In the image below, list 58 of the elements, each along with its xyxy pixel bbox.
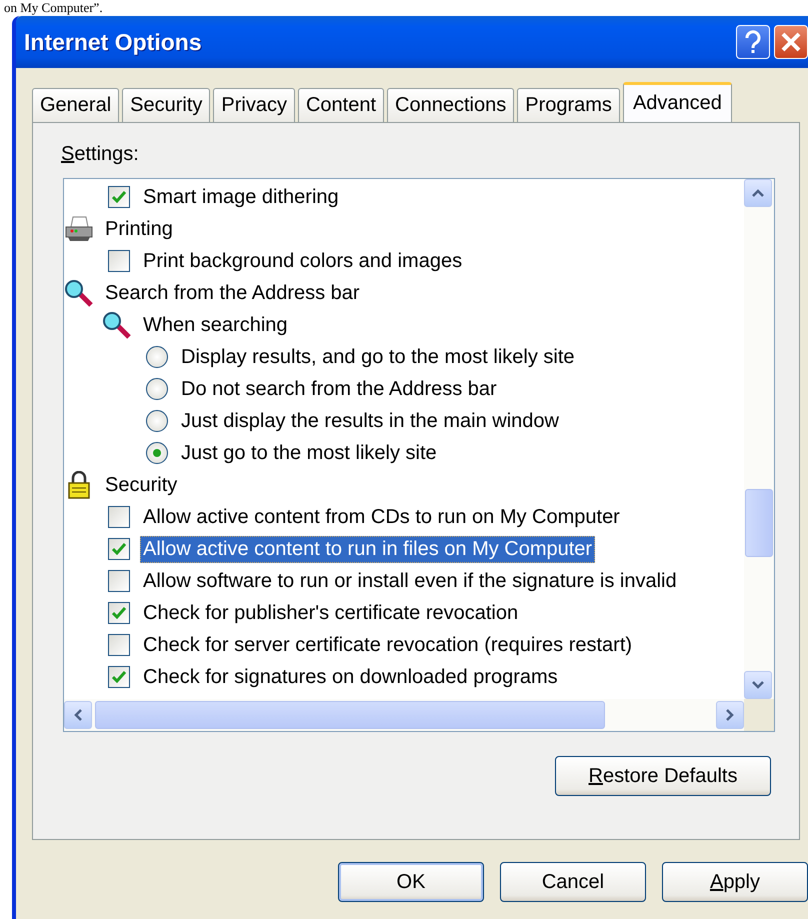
scroll-thumb[interactable] [745, 489, 773, 557]
tab[interactable]: Privacy [213, 88, 295, 122]
checkbox[interactable] [108, 186, 130, 208]
dialog-button[interactable]: Cancel [500, 862, 646, 902]
settings-label: Settings: [61, 143, 140, 166]
category-label: Printing [104, 216, 174, 242]
option-label[interactable]: Just go to the most likely site [178, 440, 440, 466]
checkbox[interactable] [108, 538, 130, 560]
option-label[interactable]: Allow software to run or install even if the signature is invalid [140, 568, 680, 594]
tab[interactable]: Security [122, 88, 210, 122]
tab[interactable]: Content [298, 88, 384, 122]
scroll-down-icon[interactable] [744, 671, 772, 699]
vertical-scrollbar[interactable] [744, 179, 774, 699]
help-icon[interactable] [736, 25, 770, 59]
checkbox[interactable] [108, 634, 130, 656]
checkbox[interactable] [108, 602, 130, 624]
tab[interactable]: Connections [387, 88, 514, 122]
page-text: on My Computer”. [3, 0, 103, 16]
checkbox[interactable] [108, 666, 130, 688]
tab[interactable]: Programs [517, 88, 620, 122]
option-label[interactable]: Do not search from the Address bar [178, 376, 500, 402]
radio-button[interactable] [146, 378, 168, 400]
radio-button[interactable] [146, 410, 168, 432]
window-title: Internet Options [24, 28, 203, 56]
option-label[interactable]: Just display the results in the main window [178, 408, 562, 434]
tab[interactable]: Advanced [622, 82, 732, 122]
tab[interactable]: General [32, 88, 120, 122]
option-label[interactable]: Smart image dithering [140, 184, 342, 210]
checkbox[interactable] [108, 506, 130, 528]
radio-button[interactable] [146, 442, 168, 464]
option-label[interactable]: Check for signatures on downloaded programs [140, 664, 561, 690]
radio-button[interactable] [146, 346, 168, 368]
category-label: Search from the Address bar [104, 280, 361, 306]
scroll-left-icon[interactable] [64, 701, 92, 729]
dialog-button[interactable]: Apply [662, 862, 808, 902]
magnifier-icon [102, 311, 132, 339]
option-label[interactable]: Allow active content to run in files on My Computer [140, 536, 596, 562]
checkmark-icon [112, 607, 126, 619]
checkmark-icon [112, 543, 126, 555]
option-label[interactable]: Check for server certificate revocation (requires restart) [140, 632, 636, 658]
horizontal-scrollbar[interactable] [64, 699, 744, 731]
option-label[interactable]: Check for publisher's certificate revocation [140, 600, 522, 626]
option-label[interactable]: Print background colors and images [140, 248, 466, 274]
close-icon[interactable] [774, 25, 808, 59]
option-label[interactable]: Allow active content from CDs to run on My Computer [140, 504, 623, 530]
category-label: When searching [142, 312, 289, 338]
checkbox[interactable] [108, 250, 130, 272]
scroll-right-icon[interactable] [716, 701, 744, 729]
checkbox[interactable] [108, 570, 130, 592]
restore-defaults-button[interactable]: Restore Defaults [555, 756, 771, 796]
dialog-button[interactable]: OK [338, 862, 484, 902]
checkmark-icon [112, 671, 126, 683]
category-label: Security [104, 472, 178, 498]
checkmark-icon [112, 191, 126, 203]
scroll-thumb[interactable] [95, 701, 605, 729]
option-label[interactable]: Display results, and go to the most likely site [178, 344, 578, 370]
magnifier-icon [64, 279, 94, 307]
scroll-up-icon[interactable] [744, 179, 772, 207]
